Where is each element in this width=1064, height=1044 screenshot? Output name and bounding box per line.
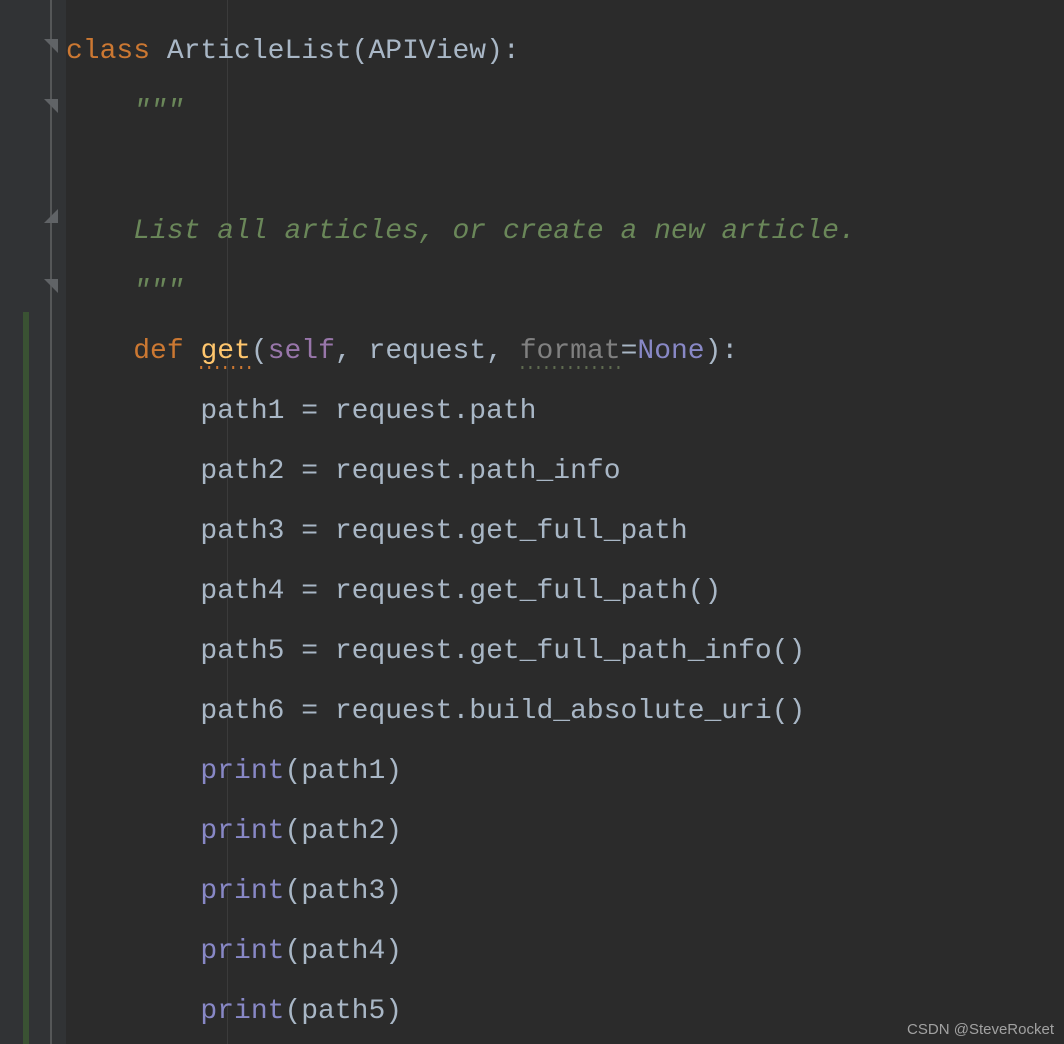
code-line[interactable]: """ [66,82,1064,142]
code-line[interactable]: path6 = request.build_absolute_uri() [66,682,1064,742]
gutter [0,0,66,1044]
print-arg3: (path3) [284,876,402,907]
function-name: get [200,336,250,369]
builtin-print: print [200,996,284,1027]
print-arg2: (path2) [284,816,402,847]
keyword-class: class [66,36,150,67]
code-line[interactable]: print(path2) [66,802,1064,862]
stmt-path4: path4 = request.get_full_path() [200,576,721,607]
comma: , [486,336,520,367]
print-arg4: (path4) [284,936,402,967]
builtin-print: print [200,816,284,847]
fold-marker-class[interactable] [41,36,61,56]
fold-marker-docstring-end[interactable] [41,206,61,226]
code-area[interactable]: class ArticleList(APIView): """ List all… [66,0,1064,1044]
param-request: request [369,336,487,367]
code-line[interactable]: """ [66,262,1064,322]
code-line[interactable]: path5 = request.get_full_path_info() [66,622,1064,682]
comma: , [335,336,369,367]
change-marker [23,312,29,1044]
fold-guide-line [50,0,52,1044]
code-line[interactable]: path1 = request.path [66,382,1064,442]
const-none: None [637,336,704,367]
fold-marker-def[interactable] [41,276,61,296]
code-editor[interactable]: class ArticleList(APIView): """ List all… [0,0,1064,1044]
stmt-path1: path1 = request.path [200,396,536,427]
stmt-path6: path6 = request.build_absolute_uri() [200,696,805,727]
param-self: self [268,336,335,367]
code-line[interactable]: print(path5) [66,982,1064,1042]
code-line[interactable]: def get(self, request, format=None): [66,322,1064,382]
fold-marker-docstring[interactable] [41,96,61,116]
code-line[interactable]: print(path1) [66,742,1064,802]
code-line[interactable]: List all articles, or create a new artic… [66,202,1064,262]
code-line[interactable]: path2 = request.path_info [66,442,1064,502]
docstring-text: List all articles, or create a new artic… [133,216,856,247]
builtin-print: print [200,936,284,967]
builtin-print: print [200,756,284,787]
print-arg5: (path5) [284,996,402,1027]
docstring-open: """ [133,96,183,127]
code-line[interactable] [66,142,1064,202]
print-arg1: (path1) [284,756,402,787]
builtin-print: print [200,876,284,907]
stmt-path3: path3 = request.get_full_path [200,516,687,547]
code-line[interactable]: print(path4) [66,922,1064,982]
keyword-def: def [133,336,183,367]
code-line[interactable]: path3 = request.get_full_path [66,502,1064,562]
base-class: APIView [368,36,486,67]
param-format: format [520,336,621,369]
stmt-path2: path2 = request.path_info [200,456,620,487]
stmt-path5: path5 = request.get_full_path_info() [200,636,805,667]
code-line[interactable]: class ArticleList(APIView): [66,22,1064,82]
code-line[interactable]: path4 = request.get_full_path() [66,562,1064,622]
code-line[interactable]: print(path3) [66,862,1064,922]
class-name: ArticleList [167,36,352,67]
docstring-close: """ [133,276,183,307]
